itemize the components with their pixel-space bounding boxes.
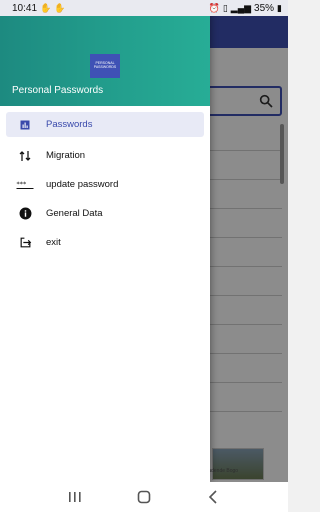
back-button[interactable] [201,487,225,507]
drawer-title: Personal Passwords [12,85,104,96]
alarm-icon: ⏰ [208,2,220,13]
drawer-menu: Passwords Migration *** update password … [0,112,210,257]
info-icon [16,207,34,221]
menu-item-update-password[interactable]: *** update password [0,170,210,199]
menu-item-migration[interactable]: Migration [0,141,210,170]
status-bar: 10:41 ✋ ✋ ⏰ ▯ ▂▄▆ 35% ▮ [0,0,288,16]
hand-icon: ✋ [40,2,52,13]
hand-icon: ✋ [54,2,66,13]
status-time: 10:41 [12,2,38,14]
menu-item-passwords[interactable]: Passwords [6,112,204,137]
back-icon [209,490,217,504]
password-dots-icon: *** [16,178,34,192]
menu-item-exit[interactable]: exit [0,228,210,257]
menu-item-general-data[interactable]: General Data [0,199,210,228]
logo-line2: PASSWORDS [93,65,117,69]
drawer-header: PERSONAL PASSWORDS Personal Passwords [0,16,210,106]
svg-text:***: *** [17,180,28,188]
system-nav-bar [0,482,288,512]
bar-chart-icon [16,118,34,132]
status-right: ⏰ ▯ ▂▄▆ 35% ▮ [209,3,282,14]
menu-item-label: Migration [46,150,86,161]
battery-level: 35% [254,2,275,14]
menu-item-label: Passwords [46,119,93,130]
recent-apps-button[interactable] [63,487,87,507]
app-logo: PERSONAL PASSWORDS [90,54,120,78]
menu-item-label: update password [46,179,119,190]
recent-apps-icon [68,492,81,502]
status-left: 10:41 ✋ ✋ [12,3,65,14]
home-button[interactable] [132,487,156,507]
exit-icon [16,236,34,250]
signal-icon: ▂▄▆ [230,2,252,13]
navigation-drawer: PERSONAL PASSWORDS Personal Passwords Pa… [0,0,210,482]
menu-item-label: General Data [46,208,103,219]
menu-item-label: exit [46,237,61,248]
swap-vertical-icon [16,149,34,163]
vibrate-icon: ▯ [222,2,228,13]
battery-icon: ▮ [277,2,282,13]
home-icon [137,490,151,504]
